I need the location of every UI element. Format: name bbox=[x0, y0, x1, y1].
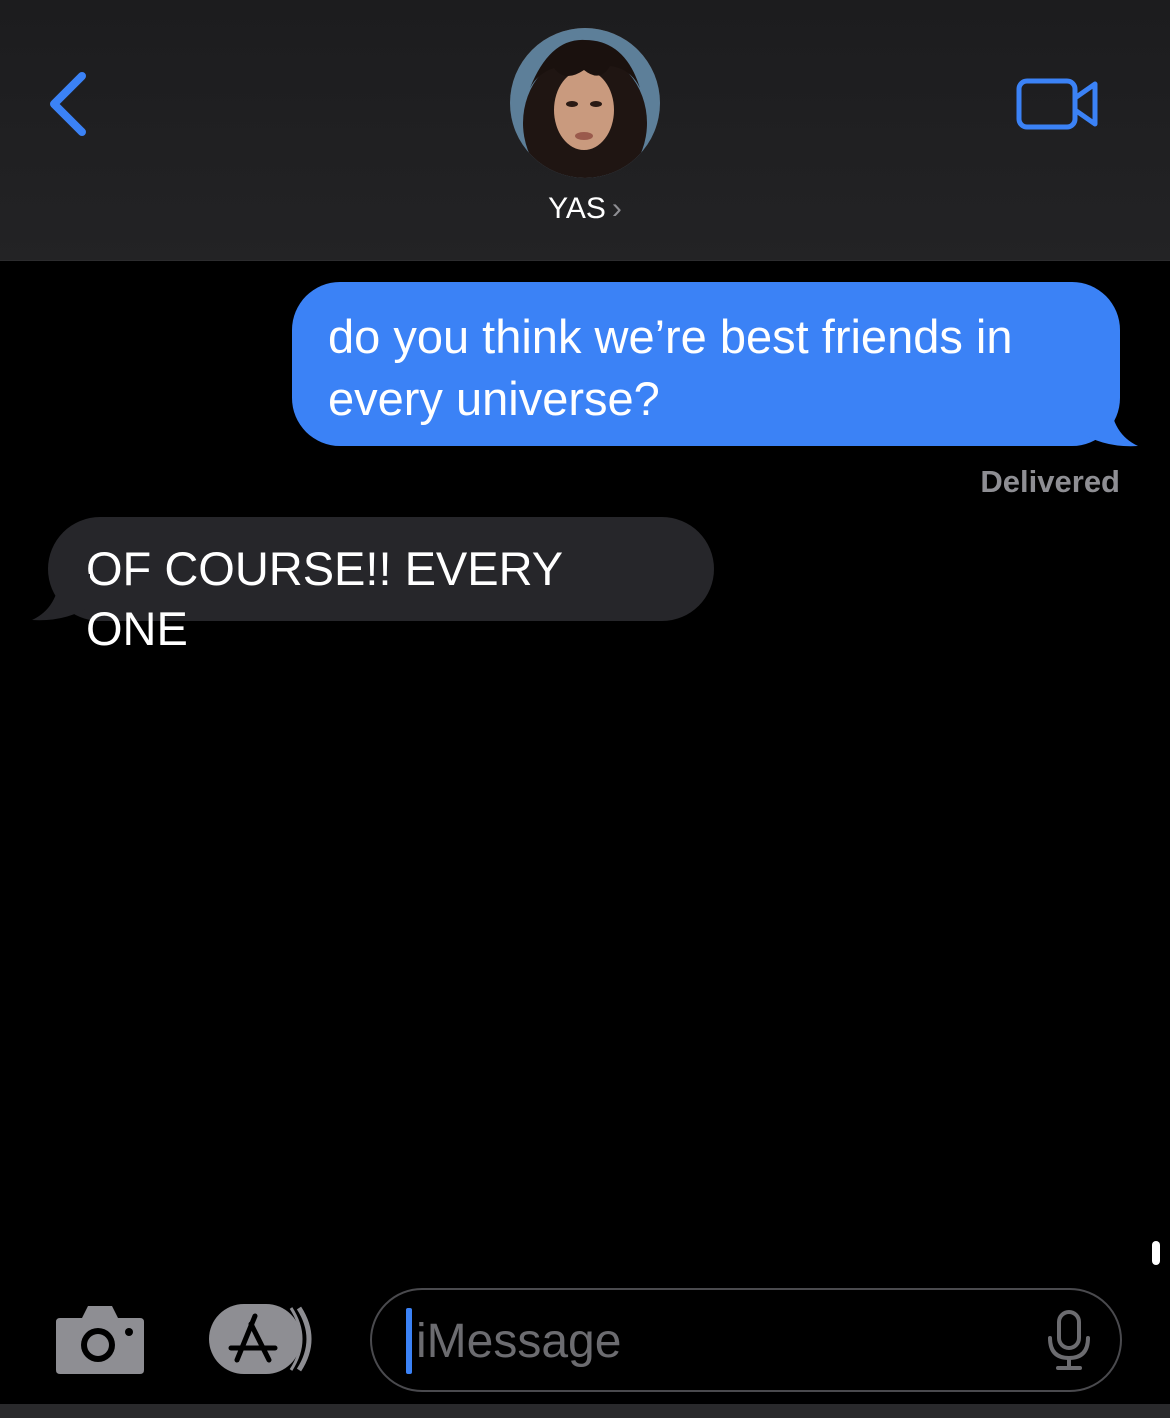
message-input-placeholder: iMessage bbox=[416, 1315, 622, 1368]
message-bubble-outgoing[interactable]: do you think we’re best friends in every… bbox=[292, 282, 1120, 446]
avatar-photo bbox=[510, 28, 660, 178]
back-button[interactable] bbox=[40, 66, 100, 146]
chevron-right-icon: › bbox=[611, 192, 622, 225]
video-call-button[interactable] bbox=[1016, 76, 1100, 132]
chevron-left-icon bbox=[50, 72, 86, 136]
contact-name[interactable]: YAS › bbox=[0, 192, 1170, 226]
camera-icon bbox=[56, 1306, 144, 1374]
message-text: OF COURSE!! EVERY ONE bbox=[86, 542, 563, 655]
delivery-status: Delivered bbox=[980, 464, 1120, 499]
text-caret bbox=[406, 1308, 412, 1374]
app-store-icon bbox=[209, 1304, 312, 1374]
message-bubble-incoming[interactable]: OF COURSE!! EVERY ONE bbox=[48, 517, 714, 655]
video-camera-icon bbox=[1016, 78, 1098, 130]
dictation-button[interactable] bbox=[1044, 1310, 1094, 1372]
bubble-tail-incoming bbox=[32, 574, 90, 621]
scrollbar[interactable] bbox=[1152, 1241, 1160, 1265]
camera-button[interactable] bbox=[54, 1302, 146, 1376]
bubble-tail-outgoing bbox=[1080, 400, 1138, 447]
message-text: do you think we’re best friends in every… bbox=[328, 310, 1013, 425]
bottom-bar bbox=[0, 1404, 1170, 1418]
contact-name-label: YAS bbox=[548, 192, 606, 225]
microphone-icon bbox=[1048, 1310, 1090, 1370]
app-store-button[interactable] bbox=[207, 1302, 321, 1376]
avatar[interactable] bbox=[510, 28, 660, 178]
message-input[interactable]: iMessage bbox=[370, 1288, 1122, 1392]
conversation-header: YAS › bbox=[0, 0, 1170, 261]
